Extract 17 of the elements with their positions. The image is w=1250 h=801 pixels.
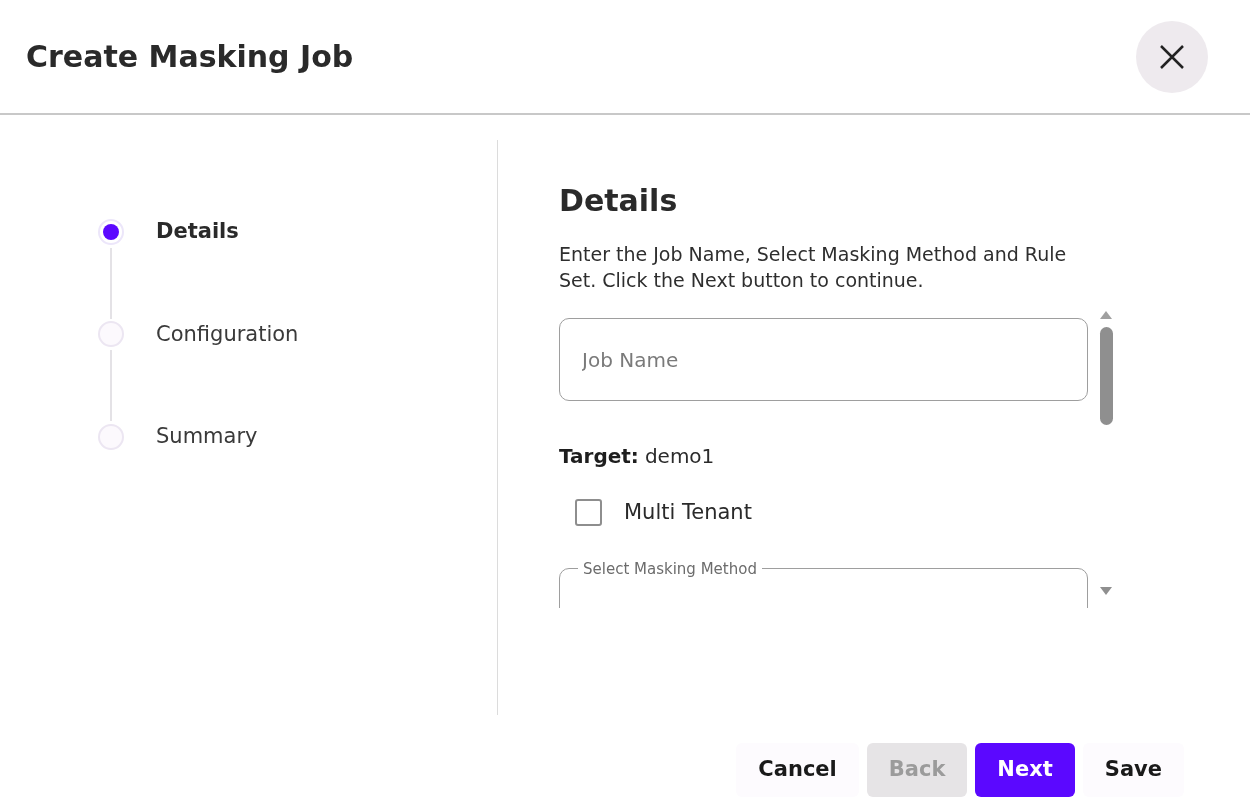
dialog-button[interactable]: Cancel <box>736 743 859 797</box>
dialog-button[interactable]: Save <box>1082 743 1184 797</box>
section-description: Enter the Job Name, Select Masking Method and Rule Set. Click the Next button to continue. <box>559 242 1068 293</box>
dialog-title: Create Masking Job <box>26 38 354 76</box>
target-value: demo1 <box>644 443 715 470</box>
dropdown-caret-icon[interactable] <box>1100 587 1112 595</box>
section-title: Details <box>559 182 679 220</box>
dialog-button[interactable]: Next <box>975 743 1075 797</box>
step-label[interactable]: Details <box>156 216 239 248</box>
step-label[interactable]: Summary <box>156 421 258 453</box>
checkbox-label: Multi Tenant <box>624 499 752 526</box>
scroll-up-icon[interactable] <box>1100 311 1112 319</box>
target-label: Target: <box>559 443 639 470</box>
checkbox[interactable] <box>575 499 602 527</box>
scrollbar-thumb[interactable] <box>1100 327 1113 425</box>
step-label[interactable]: Configuration <box>156 318 299 350</box>
select-label: Select Masking Method <box>582 558 758 579</box>
